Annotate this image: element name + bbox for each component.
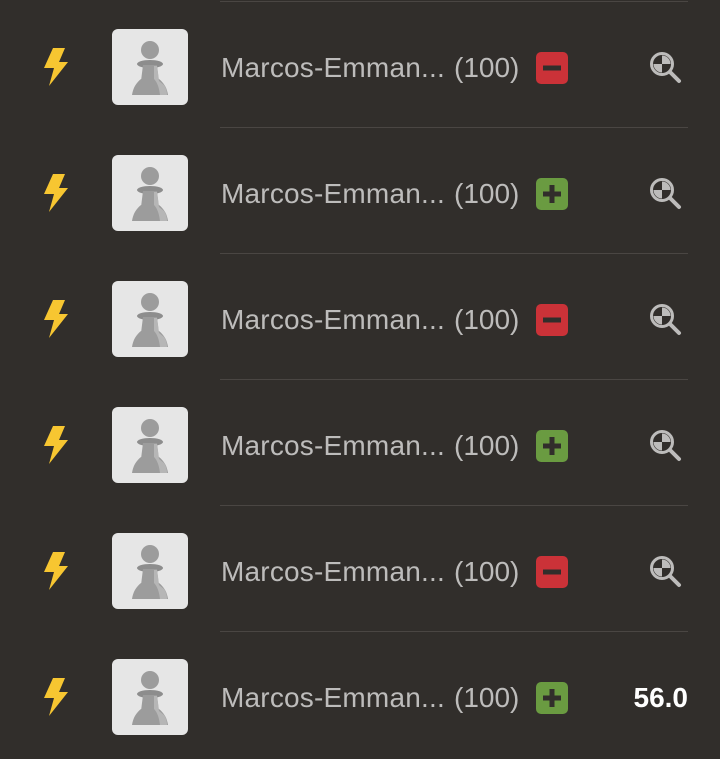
opponent-rating: (100) [454, 52, 520, 83]
result-win-badge [536, 682, 568, 714]
avatar[interactable] [112, 407, 188, 483]
result-loss-badge [536, 304, 568, 336]
result-loss-badge [536, 556, 568, 588]
pawn-icon [132, 293, 168, 347]
game-row[interactable]: Marcos-Emman... (100) [0, 128, 720, 254]
plus-icon [543, 437, 561, 455]
opponent-username[interactable]: Marcos-Emman... [221, 678, 445, 718]
magnifier-icon[interactable] [648, 176, 682, 210]
result-win-badge [536, 430, 568, 462]
avatar[interactable] [112, 533, 188, 609]
opponent-username[interactable]: Marcos-Emman... [221, 174, 445, 214]
magnifier-icon[interactable] [648, 50, 682, 84]
bolt-icon [44, 426, 68, 464]
avatar[interactable] [112, 281, 188, 357]
pawn-icon [132, 671, 168, 725]
pawn-icon [132, 419, 168, 473]
game-history-list: Marcos-Emman... (100) Marcos-Emman... (1… [0, 0, 720, 759]
pawn-icon [132, 41, 168, 95]
plus-icon [543, 185, 561, 203]
game-row[interactable]: Marcos-Emman... (100) [0, 2, 720, 128]
opponent-username[interactable]: Marcos-Emman... [221, 426, 445, 466]
game-row[interactable]: Marcos-Emman... (100) [0, 380, 720, 506]
result-loss-badge [536, 52, 568, 84]
game-row[interactable]: Marcos-Emman... (100) [0, 254, 720, 380]
opponent-username[interactable]: Marcos-Emman... [221, 300, 445, 340]
avatar[interactable] [112, 155, 188, 231]
opponent-username[interactable]: Marcos-Emman... [221, 552, 445, 592]
minus-icon [543, 569, 561, 575]
avatar[interactable] [112, 29, 188, 105]
game-score: 56.0 [633, 682, 689, 713]
pawn-icon [132, 167, 168, 221]
minus-icon [543, 65, 561, 71]
minus-icon [543, 317, 561, 323]
result-win-badge [536, 178, 568, 210]
avatar[interactable] [112, 659, 188, 735]
bolt-icon [44, 48, 68, 86]
bolt-icon [44, 552, 68, 590]
opponent-rating: (100) [454, 430, 520, 461]
bolt-icon [44, 678, 68, 716]
opponent-username[interactable]: Marcos-Emman... [221, 48, 445, 88]
bolt-icon [44, 300, 68, 338]
magnifier-icon[interactable] [648, 554, 682, 588]
bolt-icon [44, 174, 68, 212]
opponent-rating: (100) [454, 682, 520, 713]
opponent-rating: (100) [454, 304, 520, 335]
magnifier-icon[interactable] [648, 302, 682, 336]
game-row[interactable]: Marcos-Emman... (100) [0, 506, 720, 632]
pawn-icon [132, 545, 168, 599]
magnifier-icon[interactable] [648, 428, 682, 462]
opponent-rating: (100) [454, 556, 520, 587]
game-row[interactable]: Marcos-Emman... (100) 56.0 [0, 632, 720, 758]
opponent-rating: (100) [454, 178, 520, 209]
plus-icon [543, 689, 561, 707]
